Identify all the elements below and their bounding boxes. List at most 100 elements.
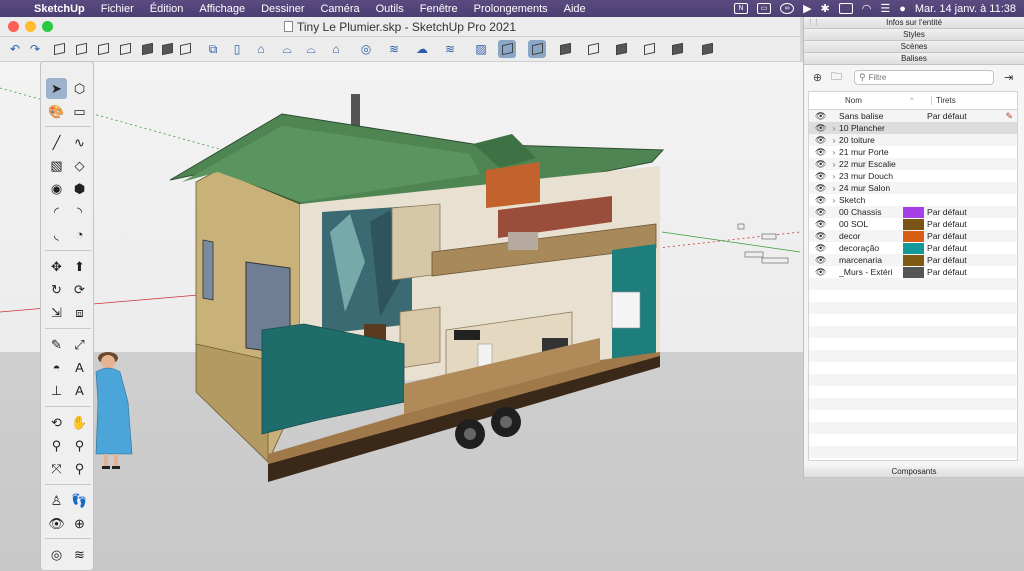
tag-dash[interactable]: Par défaut <box>927 111 987 121</box>
tag-color-swatch[interactable] <box>903 218 924 230</box>
right-view-icon[interactable] <box>116 40 134 58</box>
tag-search[interactable]: ⚲ <box>854 69 994 85</box>
iso-view-icon[interactable] <box>50 40 68 58</box>
paint-bucket-icon[interactable]: 🎨 <box>46 101 67 122</box>
zoom-window-icon[interactable] <box>42 21 53 32</box>
menu-view[interactable]: Affichage <box>191 3 253 15</box>
menu-draw[interactable]: Dessiner <box>253 3 312 15</box>
menu-tools[interactable]: Outils <box>368 3 412 15</box>
visibility-eye-icon[interactable]: 👁 <box>815 159 829 170</box>
tag-name[interactable]: 00 SOL <box>839 219 903 229</box>
rectangle-icon[interactable]: ▧ <box>46 155 67 176</box>
top-view-icon[interactable] <box>72 40 90 58</box>
rotate-icon[interactable]: ↻ <box>46 279 67 300</box>
arc-icon[interactable]: ◜ <box>46 201 67 222</box>
three-point-arc-icon[interactable]: ◟ <box>46 224 67 245</box>
tag-color-swatch[interactable] <box>903 242 924 254</box>
text-icon[interactable]: A <box>69 357 90 378</box>
expand-chevron-icon[interactable]: › <box>829 172 839 181</box>
stamp-icon[interactable]: ☁ <box>413 40 431 58</box>
layer-icon[interactable]: ▯ <box>228 40 246 58</box>
expand-chevron-icon[interactable]: › <box>829 196 839 205</box>
section-entity-info[interactable]: ⋮⋮ Infos sur l'entité <box>804 17 1024 29</box>
tag-filter-input[interactable] <box>868 72 979 82</box>
section-icon[interactable]: ⌓ <box>278 40 296 58</box>
section-fill-icon[interactable]: ⌓ <box>302 40 320 58</box>
expand-chevron-icon[interactable]: › <box>829 124 839 133</box>
undo-icon[interactable]: ↶ <box>6 40 24 58</box>
push-pull-icon[interactable]: ⬆ <box>69 256 90 277</box>
menu-extensions[interactable]: Prolongements <box>466 3 556 15</box>
orbit-icon[interactable]: ⟲ <box>46 412 67 433</box>
house-icon[interactable]: ⌂ <box>252 40 270 58</box>
tag-name[interactable]: Sketch <box>839 195 903 205</box>
wifi-icon[interactable]: ◠ <box>862 2 872 15</box>
tag-row[interactable]: 👁 › Sketch <box>809 194 1017 206</box>
component-icon[interactable]: ⬡ <box>69 78 90 99</box>
tag-row[interactable]: 👁 › 21 mur Porte <box>809 146 1017 158</box>
3d-text-icon[interactable]: A <box>69 380 90 401</box>
polygon-icon[interactable]: ⬢ <box>69 178 90 199</box>
section-components[interactable]: Composants <box>804 466 1024 478</box>
visibility-eye-icon[interactable]: 👁 <box>815 255 829 266</box>
expand-chevron-icon[interactable]: › <box>829 160 839 169</box>
drape-icon[interactable]: ≋ <box>441 40 459 58</box>
add-tag-folder-icon[interactable]: 🗀 <box>829 70 844 85</box>
visibility-eye-icon[interactable]: 👁 <box>815 135 829 146</box>
tag-row[interactable]: 👁 › 22 mur Escalie <box>809 158 1017 170</box>
tag-row[interactable]: 👁 › 10 Plancher <box>809 122 1017 134</box>
select-icon[interactable]: ➤ <box>46 78 67 99</box>
section-styles[interactable]: Styles <box>804 29 1024 41</box>
move-icon[interactable]: ✥ <box>46 256 67 277</box>
visibility-eye-icon[interactable]: 👁 <box>815 267 829 278</box>
sort-chevron-icon[interactable]: ⌃ <box>909 97 931 105</box>
redo-icon[interactable]: ↷ <box>26 40 44 58</box>
tag-color-swatch[interactable] <box>903 206 924 218</box>
back-edges-icon[interactable] <box>498 40 516 58</box>
section-scenes[interactable]: Scènes <box>804 41 1024 53</box>
previous-view-icon[interactable]: ⚲ <box>69 458 90 479</box>
expand-chevron-icon[interactable]: › <box>829 136 839 145</box>
monochrome-icon[interactable] <box>640 40 658 58</box>
pan-icon[interactable]: ✋ <box>69 412 90 433</box>
col-name[interactable]: Nom <box>845 96 909 105</box>
sandbox-icon[interactable]: ≋ <box>69 544 90 565</box>
col-dashes[interactable]: Tirets <box>931 96 1005 105</box>
rotated-rectangle-icon[interactable]: ◇ <box>69 155 90 176</box>
menu-app-name[interactable]: SketchUp <box>26 3 93 15</box>
section-tags[interactable]: Balises <box>804 53 1024 65</box>
scale-icon[interactable]: ⇲ <box>46 302 67 323</box>
circle-icon[interactable]: ◉ <box>46 178 67 199</box>
zoom-extents-icon[interactable]: ⤧ <box>46 458 67 479</box>
pie-icon[interactable]: ◔ <box>69 224 90 245</box>
solid-tools-icon[interactable]: ◎ <box>46 544 67 565</box>
section-plane-icon[interactable]: ⊕ <box>69 513 90 534</box>
follow-me-icon[interactable]: ⟳ <box>69 279 90 300</box>
tape-measure-icon[interactable]: ✎ <box>46 334 67 355</box>
zoom-window-icon[interactable]: ⚲ <box>69 435 90 456</box>
tag-row[interactable]: 👁 › 20 toiture <box>809 134 1017 146</box>
solid-tools-icon[interactable]: ◎ <box>357 40 375 58</box>
tag-name[interactable]: 20 toiture <box>839 135 903 145</box>
tag-name[interactable]: 00 Chassis <box>839 207 903 217</box>
walk-icon[interactable]: 👣 <box>69 490 90 511</box>
tag-dash[interactable]: Par défaut <box>927 207 987 217</box>
wireframe-icon[interactable] <box>528 40 546 58</box>
tag-name[interactable]: 23 mur Douch <box>839 171 903 181</box>
play-icon[interactable]: ▶ <box>803 2 811 15</box>
zoom-icon[interactable]: ⚲ <box>46 435 67 456</box>
tag-row[interactable]: 👁 00 Chassis Par défaut <box>809 206 1017 218</box>
tag-row[interactable]: 👁 › 23 mur Douch <box>809 170 1017 182</box>
tag-name[interactable]: 24 mur Salon <box>839 183 903 193</box>
tag-dash[interactable]: Par défaut <box>927 267 987 277</box>
tag-name[interactable]: 22 mur Escalie <box>839 159 903 169</box>
details-icon[interactable]: ⇥ <box>1004 71 1018 84</box>
tag-name[interactable]: _Murs - Extéri <box>839 267 903 277</box>
shaded-icon[interactable] <box>584 40 602 58</box>
menu-edit[interactable]: Édition <box>142 3 192 15</box>
tag-name[interactable]: decor <box>839 231 903 241</box>
expand-chevron-icon[interactable]: › <box>829 148 839 157</box>
tag-color-swatch[interactable] <box>903 254 924 266</box>
tag-dash[interactable]: Par défaut <box>927 243 987 253</box>
visibility-eye-icon[interactable]: 👁 <box>815 195 829 206</box>
